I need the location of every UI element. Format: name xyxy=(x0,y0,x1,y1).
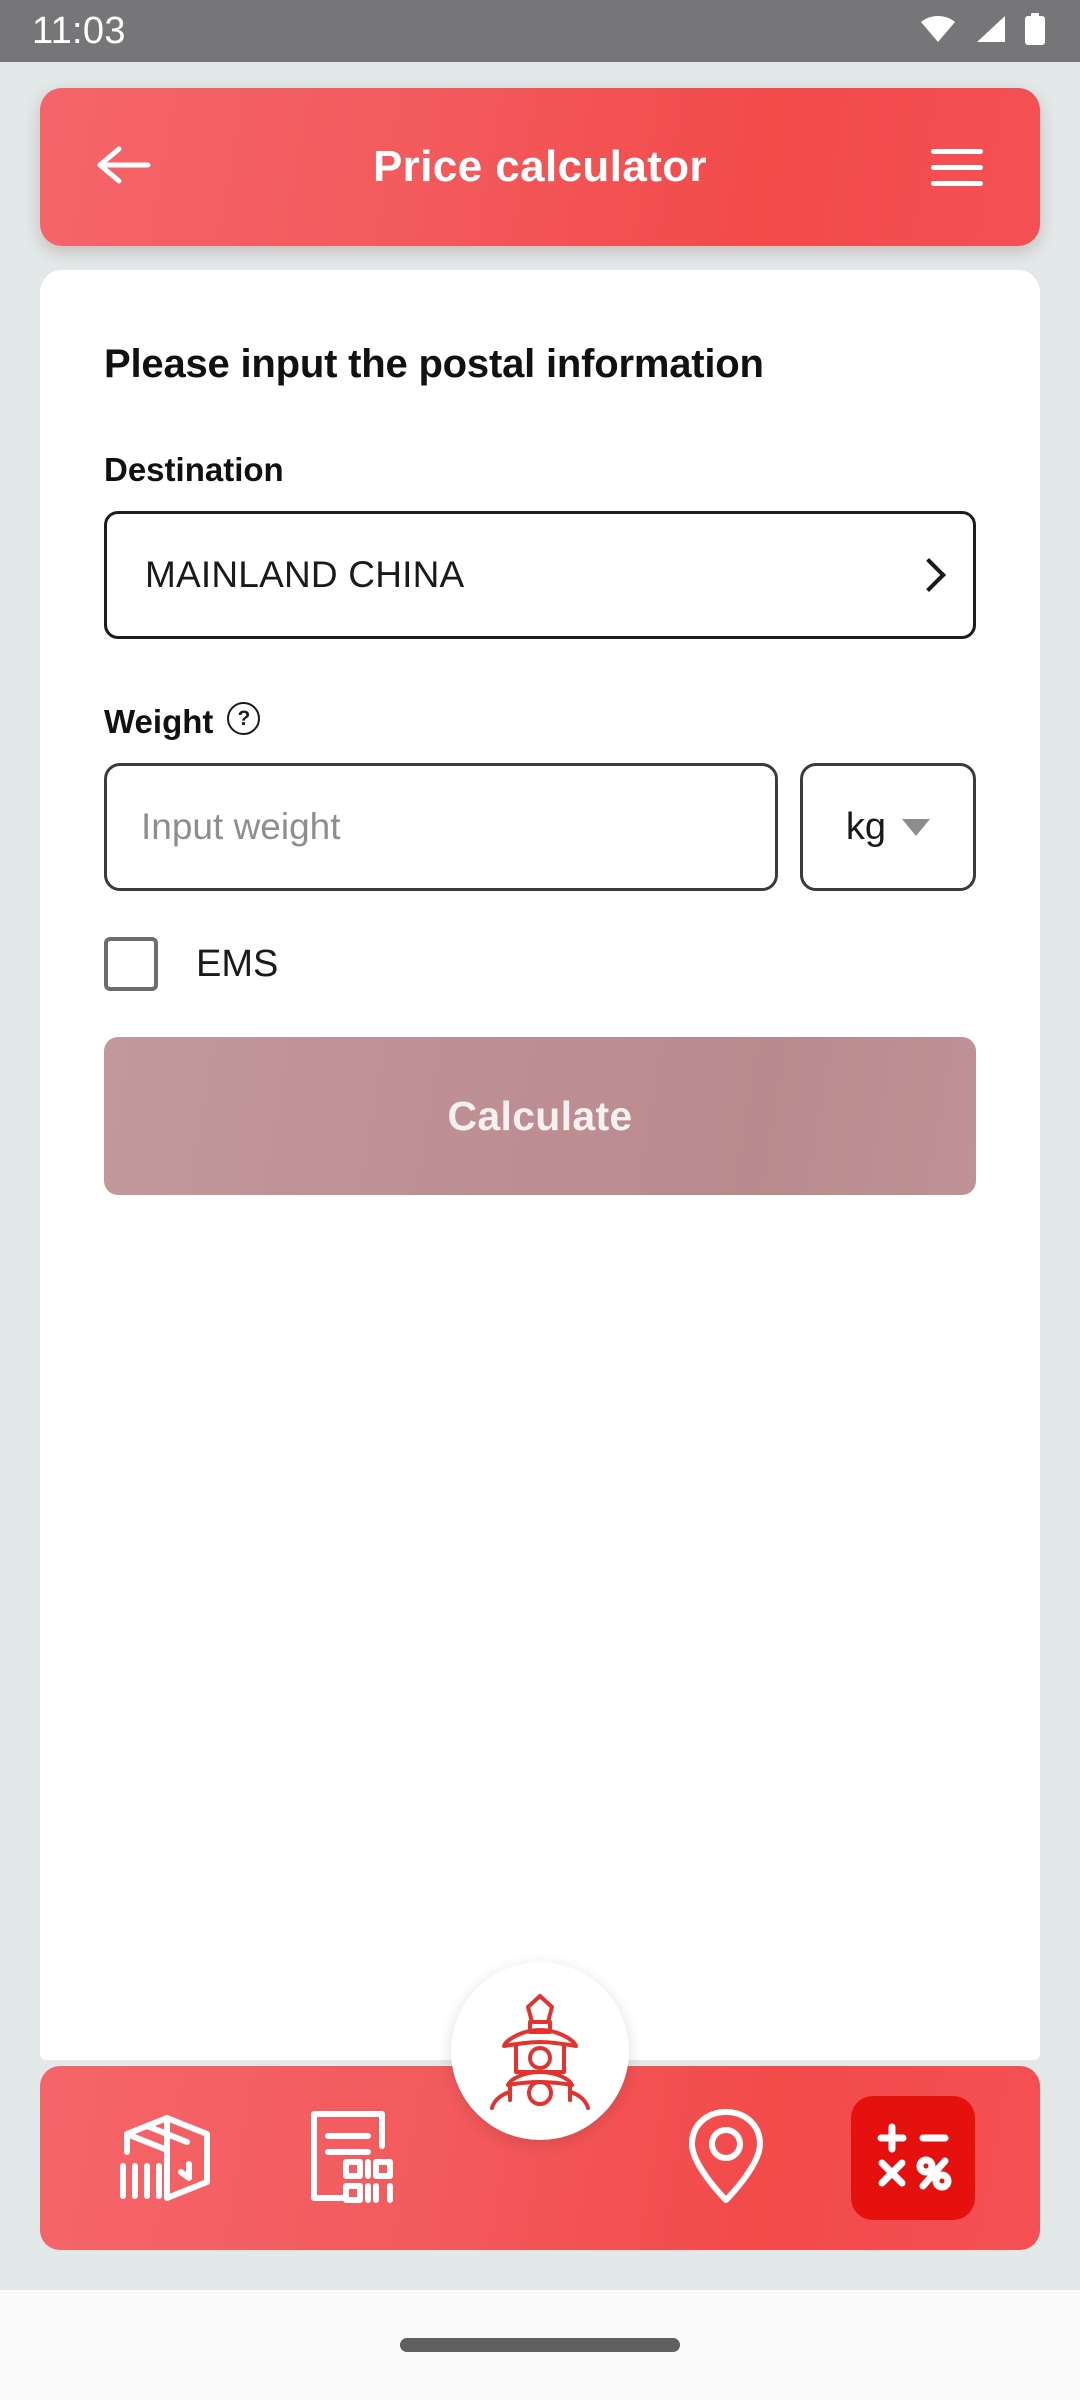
weight-unit-select[interactable]: kg xyxy=(800,763,976,891)
destination-value: MAINLAND CHINA xyxy=(145,554,465,595)
destination-label: Destination xyxy=(104,451,976,489)
bottom-nav-container xyxy=(0,1962,1080,2290)
wifi-icon xyxy=(920,15,956,48)
home-logo-button[interactable] xyxy=(451,1962,629,2140)
active-tab-indicator xyxy=(850,2096,975,2220)
document-qr-code-icon xyxy=(304,2104,404,2213)
system-navigation-bar xyxy=(0,2290,1080,2400)
nav-item-price-calculator[interactable] xyxy=(838,2083,988,2233)
cellular-signal-icon xyxy=(974,15,1006,48)
price-calculator-card: Please input the postal information Dest… xyxy=(40,270,1040,2060)
menu-button[interactable] xyxy=(914,124,1000,210)
calculate-button[interactable]: Calculate xyxy=(104,1037,976,1195)
status-bar-icons xyxy=(920,12,1046,50)
caret-down-icon xyxy=(902,818,931,836)
package-box-barcode-icon xyxy=(115,2104,219,2213)
hamburger-menu-icon xyxy=(931,148,983,186)
nav-item-post-office-locator[interactable] xyxy=(651,2083,801,2233)
app-screen: 11:03 Price calculator Please input the … xyxy=(0,0,1080,2400)
content-container: Please input the postal information Dest… xyxy=(0,246,1080,2060)
arrow-left-icon xyxy=(95,143,151,192)
pagoda-tower-logo-icon xyxy=(482,1988,598,2115)
location-pin-icon xyxy=(680,2104,772,2213)
weight-label: Weight ? xyxy=(104,701,976,741)
weight-unit-value: kg xyxy=(845,805,887,848)
page-title: Price calculator xyxy=(372,142,708,191)
question-mark-circle-icon[interactable]: ? xyxy=(227,701,261,735)
home-gesture-pill[interactable] xyxy=(400,2338,680,2352)
calculator-operators-icon xyxy=(871,2114,955,2203)
weight-label-text: Weight xyxy=(104,703,214,740)
ems-checkbox-row[interactable]: EMS xyxy=(104,937,976,991)
back-button[interactable] xyxy=(80,124,166,210)
battery-icon xyxy=(1024,12,1046,50)
destination-label-text: Destination xyxy=(104,451,284,488)
weight-input[interactable] xyxy=(104,763,778,891)
status-bar-clock: 11:03 xyxy=(32,10,126,52)
nav-item-receipt-scan[interactable] xyxy=(279,2083,429,2233)
chevron-right-icon xyxy=(915,556,937,594)
status-bar: 11:03 xyxy=(0,0,1080,62)
app-header: Price calculator xyxy=(40,88,1040,246)
destination-select[interactable]: MAINLAND CHINA xyxy=(104,511,976,639)
weight-row: kg xyxy=(104,763,976,891)
header-container: Price calculator xyxy=(0,62,1080,246)
nav-item-parcel-tracking[interactable] xyxy=(92,2083,242,2233)
card-heading: Please input the postal information xyxy=(104,342,764,386)
ems-checkbox[interactable] xyxy=(104,937,158,991)
ems-label: EMS xyxy=(196,942,279,985)
